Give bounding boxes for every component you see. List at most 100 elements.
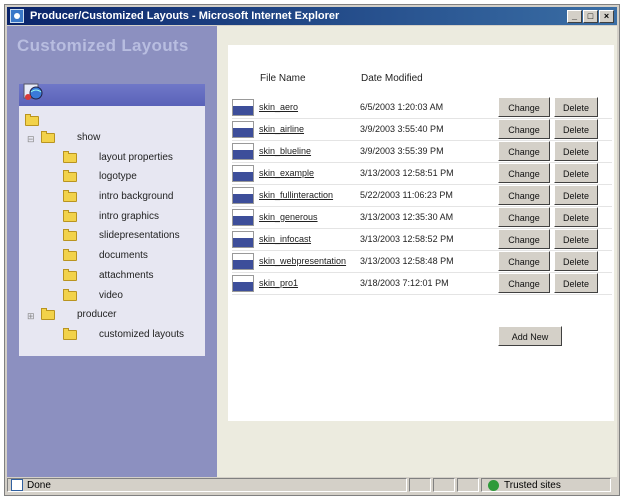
folder-icon	[63, 169, 77, 182]
change-button[interactable]: Change	[498, 185, 550, 205]
tree-item-label: layout properties	[99, 152, 173, 163]
root-folder-icon	[25, 114, 39, 126]
change-button[interactable]: Change	[498, 97, 550, 117]
column-header-date-modified: Date Modified	[361, 73, 423, 84]
folder-icon	[63, 228, 77, 241]
file-name-link[interactable]: skin_example	[259, 168, 314, 178]
change-button[interactable]: Change	[498, 119, 550, 139]
status-panel	[409, 478, 431, 492]
date-modified: 3/18/2003 7:12:01 PM	[360, 278, 449, 288]
status-panel	[433, 478, 455, 492]
delete-button[interactable]: Delete	[554, 185, 598, 205]
tree-item-customized-layouts[interactable]: customized layouts	[63, 327, 185, 340]
tree-item-logotype[interactable]: logotype	[63, 169, 137, 182]
window-title: Producer/Customized Layouts - Microsoft …	[30, 10, 340, 22]
date-modified: 6/5/2003 1:20:03 AM	[360, 102, 444, 112]
change-button[interactable]: Change	[498, 251, 550, 271]
window-controls: _ □ ×	[567, 9, 614, 23]
tree-item-label: logotype	[99, 171, 137, 182]
status-text-panel: Done	[7, 478, 407, 492]
layout-thumbnail	[232, 143, 254, 160]
change-button[interactable]: Change	[498, 273, 550, 293]
tree-item-attachments[interactable]: attachments	[63, 268, 154, 281]
close-button[interactable]: ×	[599, 9, 614, 23]
layouts-table: File Name Date Modified skin_aero 6/5/20…	[228, 45, 614, 421]
navigation-tree: ⊟ show layout properties logotype intro …	[19, 106, 205, 356]
sidebar: Customized Layouts ⊟ show layout propert…	[7, 26, 217, 479]
security-zone: Trusted sites	[504, 479, 561, 491]
change-button[interactable]: Change	[498, 141, 550, 161]
tree-item-label: customized layouts	[99, 329, 185, 340]
file-name-link[interactable]: skin_webpresentation	[259, 256, 346, 266]
file-name-link[interactable]: skin_pro1	[259, 278, 298, 288]
status-bar: Done Trusted sites	[7, 477, 617, 493]
date-modified: 3/13/2003 12:35:30 AM	[360, 212, 454, 222]
change-button[interactable]: Change	[498, 163, 550, 183]
minimize-button[interactable]: _	[567, 9, 582, 23]
tree-item-label: producer	[77, 309, 117, 320]
expander-producer[interactable]: ⊞	[27, 311, 35, 322]
tree-item-producer[interactable]: producer	[41, 307, 117, 320]
expander-show[interactable]: ⊟	[27, 134, 35, 145]
tree-item-label: video	[99, 290, 123, 301]
ie-icon	[10, 9, 24, 23]
trusted-zone-icon	[488, 479, 499, 491]
layout-thumbnail	[232, 165, 254, 182]
folder-icon	[63, 327, 77, 340]
change-button[interactable]: Change	[498, 229, 550, 249]
layout-thumbnail	[232, 253, 254, 270]
tree-item-documents[interactable]: documents	[63, 248, 148, 261]
change-button[interactable]: Change	[498, 207, 550, 227]
main-pane: File Name Date Modified skin_aero 6/5/20…	[217, 26, 617, 479]
folder-icon	[41, 307, 55, 320]
folder-icon	[63, 150, 77, 163]
file-name-link[interactable]: skin_blueline	[259, 146, 311, 156]
tree-item-video[interactable]: video	[63, 288, 123, 301]
delete-button[interactable]: Delete	[554, 141, 598, 161]
globe-icon	[23, 83, 43, 100]
layout-thumbnail	[232, 121, 254, 138]
delete-button[interactable]: Delete	[554, 119, 598, 139]
table-row: skin_infocast 3/13/2003 12:58:52 PM Chan…	[232, 229, 612, 251]
date-modified: 3/13/2003 12:58:51 PM	[360, 168, 454, 178]
file-name-link[interactable]: skin_aero	[259, 102, 298, 112]
layout-thumbnail	[232, 99, 254, 116]
tree-item-label: show	[77, 132, 101, 143]
file-name-link[interactable]: skin_infocast	[259, 234, 311, 244]
file-name-link[interactable]: skin_fullinteraction	[259, 190, 333, 200]
date-modified: 3/13/2003 12:58:48 PM	[360, 256, 454, 266]
date-modified: 5/22/2003 11:06:23 PM	[360, 190, 453, 200]
file-name-link[interactable]: skin_generous	[259, 212, 318, 222]
add-new-button[interactable]: Add New	[498, 326, 562, 346]
date-modified: 3/13/2003 12:58:52 PM	[360, 234, 454, 244]
tree-item-slidepresentations[interactable]: slidepresentations	[63, 228, 180, 241]
table-row: skin_airline 3/9/2003 3:55:40 PM Change …	[232, 119, 612, 141]
tree-item-show[interactable]: show	[41, 130, 101, 143]
page-content: Customized Layouts ⊟ show layout propert…	[7, 26, 617, 479]
maximize-button[interactable]: □	[583, 9, 598, 23]
folder-icon	[63, 189, 77, 202]
page-icon	[11, 479, 23, 491]
title-bar: Producer/Customized Layouts - Microsoft …	[7, 7, 617, 25]
delete-button[interactable]: Delete	[554, 273, 598, 293]
column-header-file-name: File Name	[260, 73, 306, 84]
delete-button[interactable]: Delete	[554, 251, 598, 271]
table-row: skin_blueline 3/9/2003 3:55:39 PM Change…	[232, 141, 612, 163]
date-modified: 3/9/2003 3:55:40 PM	[360, 124, 444, 134]
browser-window: Producer/Customized Layouts - Microsoft …	[4, 4, 620, 496]
tree-item-layout-properties[interactable]: layout properties	[63, 150, 173, 163]
folder-icon	[63, 209, 77, 222]
status-zone-panel: Trusted sites	[481, 478, 611, 492]
delete-button[interactable]: Delete	[554, 97, 598, 117]
tree-item-label: intro graphics	[99, 211, 160, 222]
tree-item-intro-graphics[interactable]: intro graphics	[63, 209, 160, 222]
layout-thumbnail	[232, 209, 254, 226]
tree-item-intro-background[interactable]: intro background	[63, 189, 174, 202]
delete-button[interactable]: Delete	[554, 163, 598, 183]
file-name-link[interactable]: skin_airline	[259, 124, 304, 134]
tree-item-label: attachments	[99, 270, 154, 281]
table-row: skin_fullinteraction 5/22/2003 11:06:23 …	[232, 185, 612, 207]
tree-item-label: slidepresentations	[99, 230, 180, 241]
delete-button[interactable]: Delete	[554, 207, 598, 227]
delete-button[interactable]: Delete	[554, 229, 598, 249]
